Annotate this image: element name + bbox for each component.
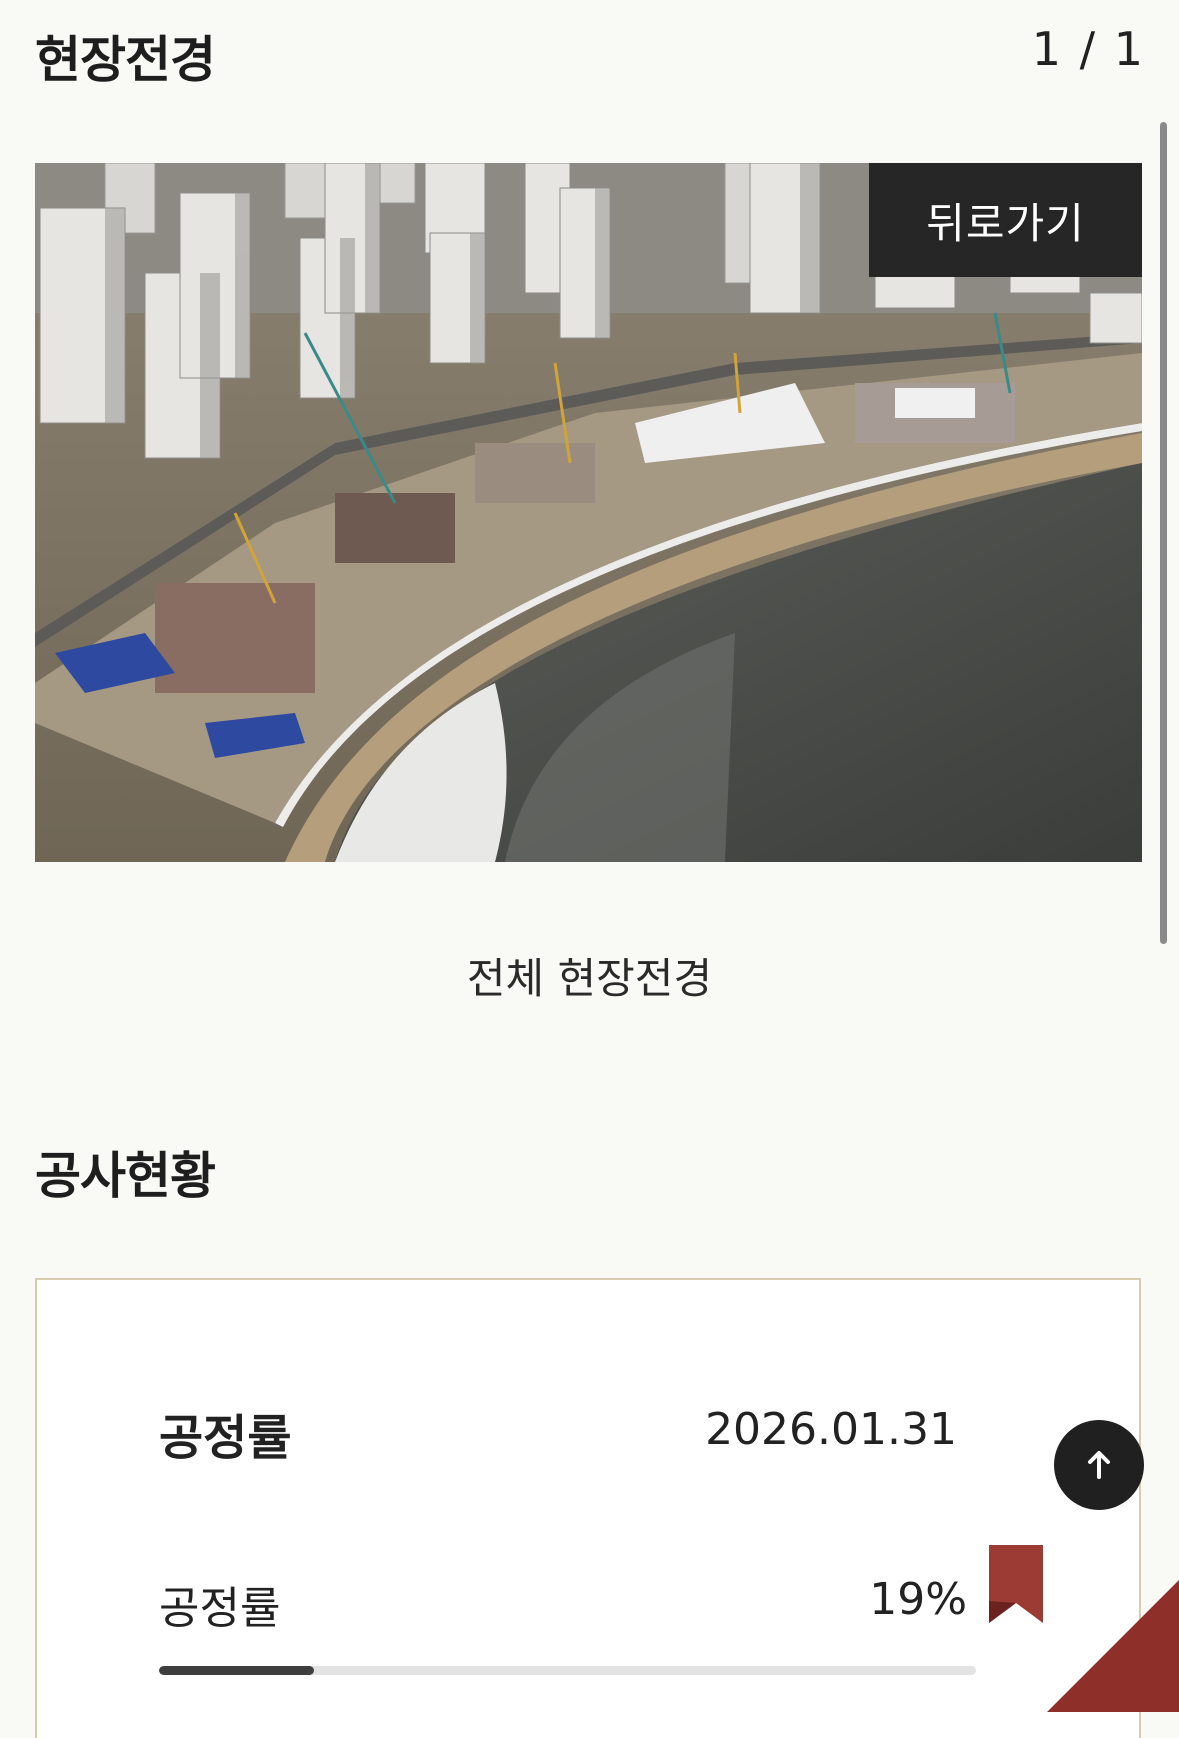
progress-bar <box>159 1666 976 1675</box>
progress-bar-fill <box>159 1666 315 1675</box>
photo-caption: 전체 현장전경 <box>466 954 713 1003</box>
progress-card: 공정률 2026.01.31 공정률 19% <box>35 1278 1141 1738</box>
gallery-title: 현장전경 <box>35 31 216 89</box>
card-title: 공정률 <box>159 1410 292 1466</box>
progress-rate-label: 공정률 <box>159 1583 281 1634</box>
scrollbar[interactable] <box>1160 122 1167 944</box>
arrow-up-icon <box>1088 1451 1110 1479</box>
card-date: 2026.01.31 <box>705 1404 957 1455</box>
corner-decoration <box>1047 1580 1179 1712</box>
progress-rate-value: 19% <box>869 1574 967 1625</box>
back-button[interactable]: 뒤로가기 <box>869 163 1142 277</box>
status-title: 공사현황 <box>35 1147 216 1205</box>
site-photo: 뒤로가기 <box>35 163 1142 862</box>
image-counter: 1 / 1 <box>1031 22 1145 76</box>
scroll-top-button[interactable] <box>1054 1420 1144 1510</box>
bookmark-icon <box>989 1545 1043 1623</box>
